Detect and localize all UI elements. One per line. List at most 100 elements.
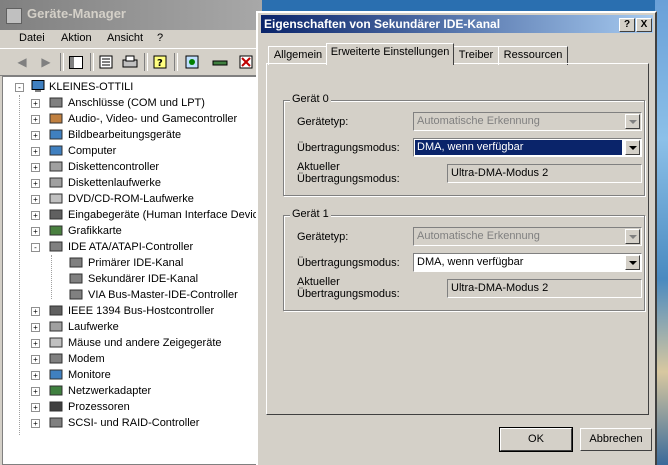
expand-icon[interactable]: + <box>31 211 40 220</box>
device-1-current-label-2: Übertragungsmodus: <box>297 288 400 300</box>
tree-item-label: Bildbearbeitungsgeräte <box>68 129 182 141</box>
scan-hardware-icon[interactable] <box>184 54 200 70</box>
device-0-current-label-1: Aktueller <box>297 161 340 173</box>
expand-icon[interactable]: + <box>31 227 40 236</box>
tree-item-label: Anschlüsse (COM und LPT) <box>68 97 205 109</box>
expand-icon[interactable]: + <box>31 387 40 396</box>
tree-item-label: Diskettenlaufwerke <box>68 177 161 189</box>
device-icon <box>69 272 83 285</box>
cancel-button[interactable]: Abbrechen <box>580 428 652 451</box>
device-0-type-value: Automatische Erkennung <box>417 115 540 127</box>
device-1-mode-combo[interactable]: DMA, wenn verfügbar <box>413 253 642 272</box>
device-tree[interactable]: - KLEINES-OTTILI + Anschlüsse (COM und LP… <box>2 76 260 465</box>
tree-item-label: Modem <box>68 353 105 365</box>
device-icon <box>49 128 63 141</box>
help-icon[interactable]: ? <box>152 54 168 70</box>
tree-item-label: Grafikkarte <box>68 225 122 237</box>
back-arrow-icon[interactable]: ◀ <box>14 54 30 70</box>
device-1-mode-label: Übertragungsmodus: <box>297 257 400 269</box>
device-1-mode-value: DMA, wenn verfügbar <box>417 256 524 268</box>
expand-icon[interactable]: + <box>31 371 40 380</box>
tree-item-label: Primärer IDE-Kanal <box>88 257 184 269</box>
tree-item-label: Netzwerkadapter <box>68 385 152 397</box>
dropdown-arrow-icon[interactable] <box>625 140 640 155</box>
device-icon <box>49 304 63 317</box>
expand-icon[interactable]: + <box>31 163 40 172</box>
expand-icon[interactable]: + <box>31 131 40 140</box>
console-tree-icon[interactable] <box>68 54 84 70</box>
tree-connector <box>51 255 52 299</box>
properties-icon[interactable] <box>98 54 114 70</box>
device-1-current-mode-value: Ultra-DMA-Modus 2 <box>451 282 549 294</box>
device-1-type-combo: Automatische Erkennung <box>413 227 642 246</box>
expand-icon[interactable]: + <box>31 115 40 124</box>
device-icon <box>49 112 63 125</box>
device-0-mode-combo[interactable]: DMA, wenn verfügbar <box>413 138 642 157</box>
toolbar-separator <box>90 53 94 71</box>
tab-erweiterte-einstellungen[interactable]: Erweiterte Einstellungen <box>326 43 454 65</box>
print-icon[interactable] <box>122 54 138 70</box>
tree-item-label: IDE ATA/ATAPI-Controller <box>68 241 194 253</box>
device-0-current-label-2: Übertragungsmodus: <box>297 173 400 185</box>
tree-item-label: Monitore <box>68 369 111 381</box>
expand-icon[interactable]: + <box>31 323 40 332</box>
ok-button[interactable]: OK <box>499 427 573 452</box>
forward-arrow-icon[interactable]: ▶ <box>38 54 54 70</box>
tree-item-label: VIA Bus-Master-IDE-Controller <box>88 289 238 301</box>
dialog-titlebar[interactable]: Eigenschaften von Sekundärer IDE-Kanal ?… <box>261 15 653 33</box>
device-icon <box>49 320 63 333</box>
device-icon <box>49 416 63 429</box>
device-icon <box>49 96 63 109</box>
expand-icon[interactable]: + <box>31 403 40 412</box>
toolbar-separator <box>60 53 64 71</box>
device-icon <box>49 352 63 365</box>
device-icon <box>49 368 63 381</box>
device-icon <box>49 176 63 189</box>
device-1-current-mode-field: Ultra-DMA-Modus 2 <box>447 279 642 298</box>
tree-item-label: Sekundärer IDE-Kanal <box>88 273 199 285</box>
device-1-type-value: Automatische Erkennung <box>417 230 540 242</box>
device-icon <box>49 160 63 173</box>
dialog-title: Eigenschaften von Sekundärer IDE-Kanal <box>264 17 501 31</box>
menu-ansicht[interactable]: Ansicht <box>107 32 143 44</box>
device-manager-titlebar[interactable]: Geräte-Manager <box>0 0 262 30</box>
tree-root-label: KLEINES-OTTILI <box>49 81 134 93</box>
expand-icon[interactable]: + <box>31 355 40 364</box>
collapse-icon[interactable]: - <box>31 243 40 252</box>
group-device-1-title: Gerät 1 <box>290 208 331 220</box>
dropdown-arrow-icon <box>625 114 640 129</box>
menu-help[interactable]: ? <box>157 32 163 44</box>
device-manager-icon <box>6 8 22 24</box>
device-icon <box>49 208 63 221</box>
close-button[interactable]: X <box>636 18 652 32</box>
device-icon <box>49 400 63 413</box>
expand-icon[interactable]: + <box>31 195 40 204</box>
toolbar-separator <box>144 53 148 71</box>
collapse-icon[interactable]: - <box>15 83 24 92</box>
dropdown-arrow-icon <box>625 229 640 244</box>
expand-icon[interactable]: + <box>31 179 40 188</box>
device-icon <box>49 144 63 157</box>
tree-item-label: SCSI- und RAID-Controller <box>68 417 200 429</box>
tree-item-label: Eingabegeräte (Human Interface Devic <box>68 209 259 221</box>
help-button[interactable]: ? <box>619 18 635 32</box>
expand-icon[interactable]: + <box>31 307 40 316</box>
tree-item-label: Laufwerke <box>68 321 119 333</box>
expand-icon[interactable]: + <box>31 339 40 348</box>
device-manager-title: Geräte-Manager <box>27 6 126 21</box>
tree-item-label: IEEE 1394 Bus-Hostcontroller <box>68 305 215 317</box>
uninstall-icon[interactable] <box>238 54 254 70</box>
device-1-type-label: Gerätetyp: <box>297 231 349 243</box>
expand-icon[interactable]: + <box>31 99 40 108</box>
dropdown-arrow-icon[interactable] <box>625 255 640 270</box>
group-device-0-title: Gerät 0 <box>290 93 331 105</box>
device-0-type-label: Gerätetyp: <box>297 116 349 128</box>
update-driver-icon[interactable] <box>212 54 228 70</box>
svg-text:?: ? <box>157 58 163 69</box>
device-icon <box>49 336 63 349</box>
computer-icon <box>31 80 45 93</box>
menu-aktion[interactable]: Aktion <box>61 32 92 44</box>
menu-datei[interactable]: Datei <box>19 32 45 44</box>
expand-icon[interactable]: + <box>31 419 40 428</box>
expand-icon[interactable]: + <box>31 147 40 156</box>
